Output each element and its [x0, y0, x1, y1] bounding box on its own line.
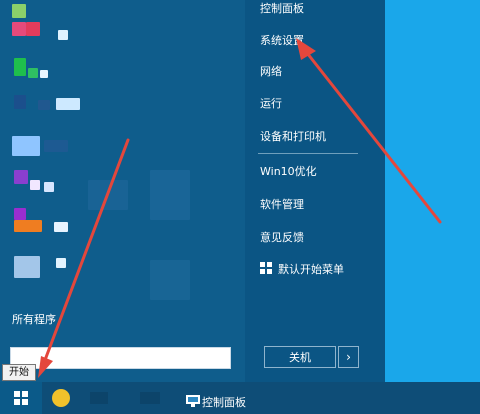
menu-item-software-manager[interactable]: 软件管理: [260, 196, 304, 214]
app-tile-icon: [38, 100, 50, 110]
windows-logo-icon: [14, 391, 28, 405]
app-tile-icon: [44, 182, 54, 192]
taskbar-app-icon[interactable]: [90, 392, 108, 404]
app-tile-icon[interactable]: [12, 22, 26, 36]
start-menu-left-pane: 所有程序: [0, 0, 245, 382]
menu-item-devices-printers[interactable]: 设备和打印机: [260, 128, 326, 146]
app-tile-icon: [30, 180, 40, 190]
control-panel-icon[interactable]: [186, 395, 200, 407]
search-input[interactable]: [10, 347, 231, 369]
all-programs[interactable]: 所有程序: [12, 311, 56, 327]
app-tile-icon: [150, 260, 190, 300]
taskbar-app-icon[interactable]: [52, 389, 70, 407]
menu-item-network[interactable]: 网络: [260, 63, 282, 81]
start-button[interactable]: [0, 382, 42, 414]
menu-item-default-start-menu-label: 默认开始菜单: [278, 263, 344, 276]
all-programs-label: 所有程序: [12, 313, 56, 326]
app-tile-icon: [56, 98, 80, 110]
start-tooltip: 开始: [2, 364, 36, 381]
shutdown-options-button[interactable]: ›: [338, 346, 359, 368]
app-tile-icon: [58, 30, 68, 40]
menu-item-win10-optimize[interactable]: Win10优化: [260, 163, 317, 181]
app-tile-icon[interactable]: [12, 4, 26, 18]
app-tile-icon[interactable]: [14, 208, 26, 220]
app-tile-icon[interactable]: [26, 22, 40, 36]
app-tile-icon[interactable]: [14, 170, 28, 184]
shutdown-button[interactable]: 关机: [264, 346, 336, 368]
taskbar-app-icon[interactable]: [140, 392, 160, 404]
app-tile-icon[interactable]: [14, 58, 26, 76]
start-menu-right-pane: [245, 0, 385, 382]
app-tile-icon: [40, 70, 48, 78]
app-tile-icon[interactable]: [12, 136, 40, 156]
menu-divider: [258, 153, 358, 154]
app-tile-icon[interactable]: [14, 95, 26, 109]
app-tile-icon: [44, 140, 68, 152]
windows-logo-icon: [260, 262, 272, 274]
app-tile-icon: [54, 222, 68, 232]
menu-item-run[interactable]: 运行: [260, 95, 282, 113]
app-tile-icon: [56, 258, 66, 268]
menu-item-control-panel[interactable]: 控制面板: [260, 0, 304, 18]
app-tile-icon: [28, 68, 38, 78]
app-tile-icon[interactable]: [14, 220, 42, 232]
menu-item-default-start-menu[interactable]: 默认开始菜单: [260, 261, 344, 279]
app-tile-icon[interactable]: [14, 256, 40, 278]
app-tile-icon: [88, 180, 128, 210]
menu-item-feedback[interactable]: 意见反馈: [260, 229, 304, 247]
app-tile-icon: [150, 170, 190, 220]
taskbar-control-panel[interactable]: 控制面板: [202, 394, 246, 410]
menu-item-system-settings[interactable]: 系统设置: [260, 32, 304, 50]
